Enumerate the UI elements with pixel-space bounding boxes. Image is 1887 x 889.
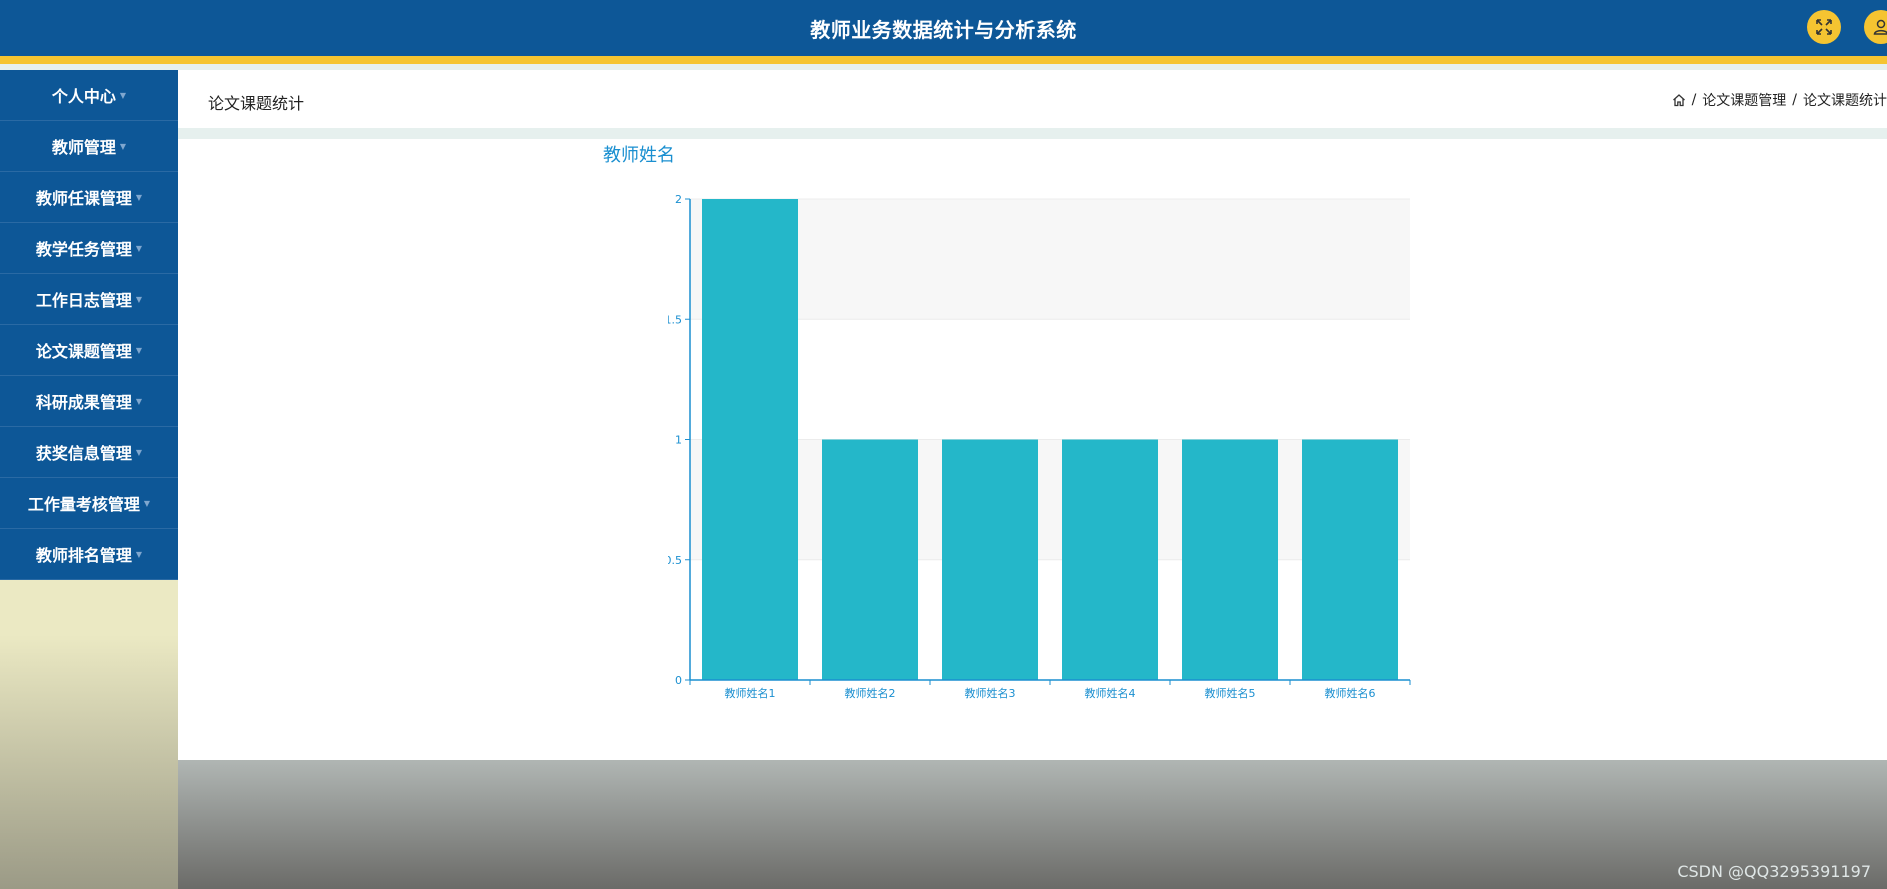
sidebar-item-label: 科研成果管理 [35, 393, 132, 412]
sidebar-item-work-log[interactable]: 工作日志管理 ▼ [0, 274, 178, 325]
sidebar-item-label: 教师管理 [51, 138, 116, 157]
y-tick-label: 0.5 [668, 554, 682, 567]
x-tick-label: 教师姓名5 [1205, 686, 1256, 700]
sidebar-item-label: 教师排名管理 [35, 546, 132, 565]
sidebar-item-workload[interactable]: 工作量考核管理 ▼ [0, 478, 178, 529]
breadcrumb: / 论文课题管理 / 论文课题统计 [1672, 90, 1887, 110]
breadcrumb-separator: / [1792, 92, 1797, 108]
sidebar-item-label: 工作量考核管理 [27, 495, 140, 514]
caret-down-icon: ▼ [135, 396, 143, 406]
bar-chart: 0 0.5 1 1.5 2 教师姓名1 教师姓名2 教师姓名3 教师姓名4 教师姓名5 教师姓名6 [668, 193, 1411, 700]
bar [702, 199, 798, 680]
breadcrumb-separator: / [1691, 92, 1697, 108]
sidebar-item-teaching-task[interactable]: 教学任务管理 ▼ [0, 223, 178, 274]
caret-down-icon: ▼ [135, 549, 143, 559]
user-icon [1873, 19, 1887, 35]
sidebar-item-label: 论文课题管理 [35, 342, 132, 361]
sidebar-item-award[interactable]: 获奖信息管理 ▼ [0, 427, 178, 478]
watermark: CSDN @QQ3295391197 [1677, 862, 1871, 881]
chart-title: 教师姓名 [603, 145, 675, 166]
y-tick-label: 0 [675, 674, 682, 687]
sidebar: 个人中心 ▼ 教师管理 ▼ 教师任课管理 ▼ 教学任务管理 ▼ 工作日志管理 ▼ 论文课题… [0, 70, 178, 889]
page-title: 论文课题统计 [208, 94, 305, 113]
breadcrumb-item: 论文课题统计 [1803, 93, 1887, 109]
bar [822, 439, 918, 680]
sidebar-item-label: 获奖信息管理 [35, 444, 132, 463]
caret-down-icon: ▼ [119, 141, 127, 151]
breadcrumb-bar: 论文课题统计 / 论文课题管理 / 论文课题统计 [178, 70, 1887, 128]
caret-down-icon: ▼ [135, 192, 143, 202]
sidebar-item-ranking[interactable]: 教师排名管理 ▼ [0, 529, 178, 580]
caret-down-icon: ▼ [119, 90, 127, 100]
bar [942, 439, 1038, 680]
fullscreen-button[interactable] [1807, 10, 1841, 44]
x-tick-label: 教师姓名2 [845, 686, 896, 700]
x-tick-label: 教师姓名4 [1085, 686, 1136, 700]
x-tick-label: 教师姓名3 [965, 686, 1016, 700]
sidebar-item-label: 教学任务管理 [35, 240, 132, 259]
sidebar-item-course-assignment[interactable]: 教师任课管理 ▼ [0, 172, 178, 223]
x-tick-label: 教师姓名6 [1325, 686, 1376, 700]
sidebar-item-paper-topic[interactable]: 论文课题管理 ▼ [0, 325, 178, 376]
caret-down-icon: ▼ [143, 498, 151, 508]
y-tick-label: 1 [675, 434, 682, 447]
sidebar-item-label: 教师任课管理 [35, 189, 132, 208]
sidebar-item-personal-center[interactable]: 个人中心 ▼ [0, 70, 178, 121]
expand-arrows-icon [1816, 19, 1832, 35]
home-icon[interactable] [1672, 93, 1686, 107]
caret-down-icon: ▼ [135, 243, 143, 253]
chart-card: 教师姓名 0 0.5 1 1.5 2 教师姓名1 教师姓名2 教师姓名3 教师姓名4 教师姓名5 教… [178, 139, 1887, 760]
y-tick-label: 2 [675, 193, 682, 206]
y-tick-label: 1.5 [668, 313, 682, 326]
caret-down-icon: ▼ [135, 294, 143, 304]
sidebar-item-research-result[interactable]: 科研成果管理 ▼ [0, 376, 178, 427]
app-title: 教师业务数据统计与分析系统 [810, 18, 1077, 42]
caret-down-icon: ▼ [135, 345, 143, 355]
sidebar-item-label: 个人中心 [51, 87, 116, 106]
sidebar-item-teacher[interactable]: 教师管理 ▼ [0, 121, 178, 172]
bar [1062, 439, 1158, 680]
top-header: 教师业务数据统计与分析系统 [0, 0, 1887, 64]
bar [1302, 439, 1398, 680]
sidebar-item-label: 工作日志管理 [35, 291, 132, 310]
x-tick-label: 教师姓名1 [725, 686, 776, 700]
caret-down-icon: ▼ [135, 447, 143, 457]
breadcrumb-item[interactable]: 论文课题管理 [1702, 90, 1786, 110]
bar [1182, 439, 1278, 680]
